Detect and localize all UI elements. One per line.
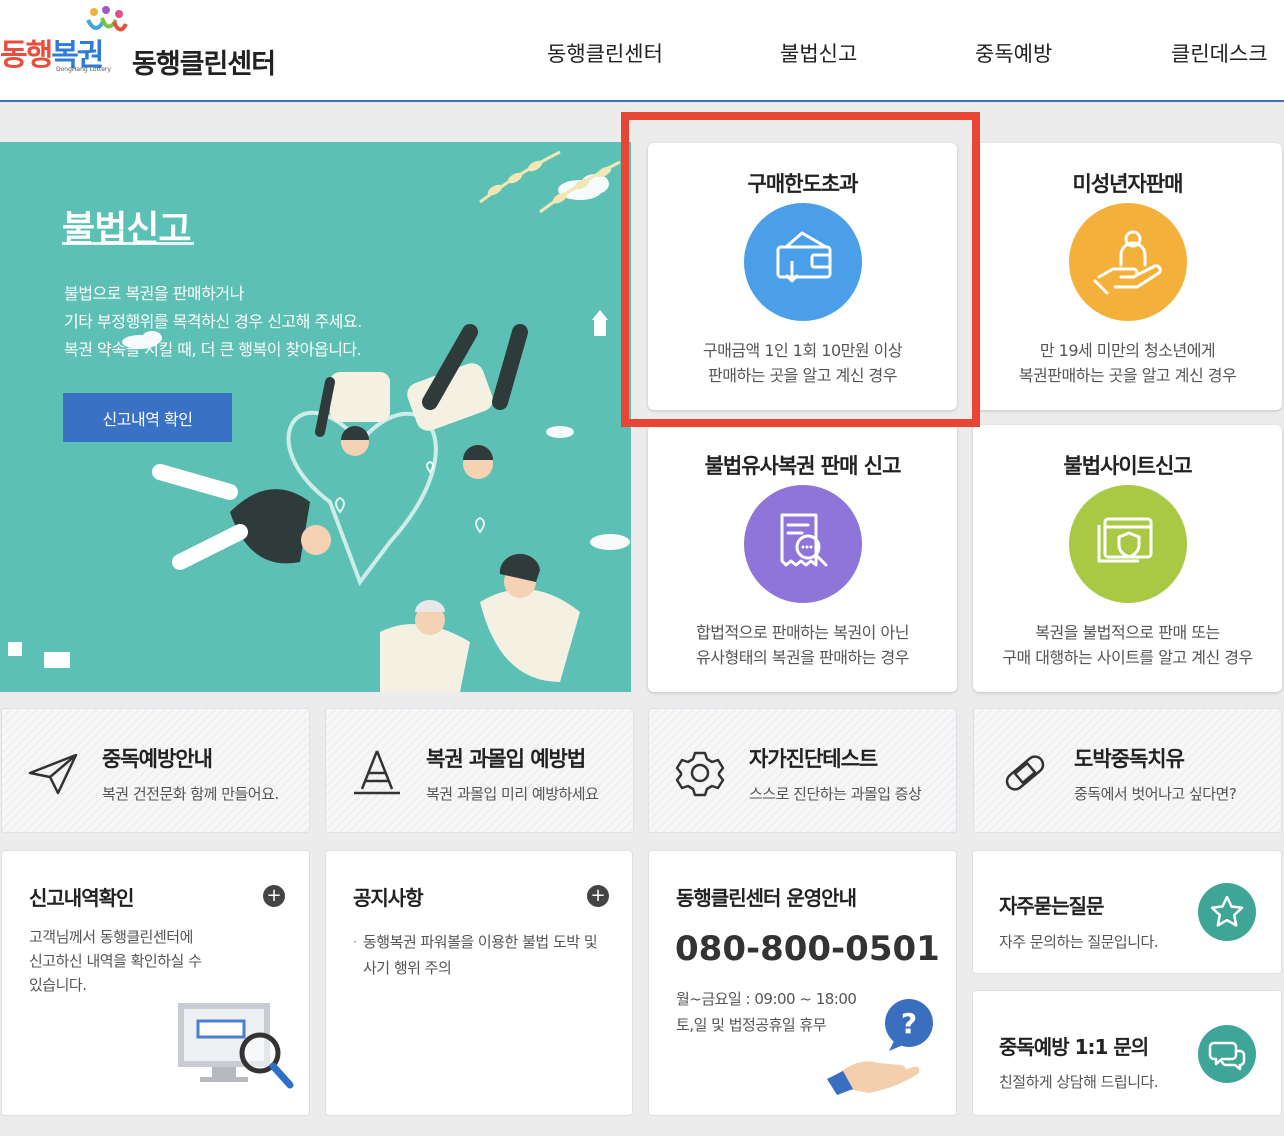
quick-link-subtitle: 중독에서 벗어나고 싶다면? [1074,785,1237,803]
browser-shield-icon [1068,485,1187,603]
report-history-button[interactable]: 신고내역 확인 [63,393,232,442]
hero-desc-line: 기타 부정행위를 목격하신 경우 신고해 주세요. [64,312,362,331]
report-more-button[interactable]: + [263,885,285,907]
bullet-icon: · [353,935,357,949]
svg-text:?: ? [901,1007,917,1040]
hero-banner: 불법신고 불법으로 복권을 판매하거나 기타 부정행위를 목격하신 경우 신고해… [0,142,631,692]
notice-more-button[interactable]: + [587,885,609,907]
site-header: 동행복권 DongHang Lottery 동행클린센터 동행클린센터 불법신고… [0,0,1284,102]
receipt-search-icon [743,485,862,603]
cone-icon [354,750,400,795]
notice-item-text: 동행복권 파워볼을 이용한 불법 도박 및 사기 행위 주의 [363,933,598,977]
hero-desc-line: 불법으로 복권을 판매하거나 [64,284,244,303]
quick-link-overindulgence-prevention[interactable]: 복권 과몰입 예방법 복권 과몰입 미리 예방하세요 [325,708,634,833]
card-title: 불법사이트신고 [1063,454,1192,478]
card-purchase-limit[interactable]: 구매한도초과 구매금액 1인 1회 10만원 이상 판매하는 곳을 알고 계신 … [648,143,957,410]
bandage-icon [1005,755,1045,791]
inquiry-title: 중독예방 1:1 문의 [999,1035,1149,1059]
panel-text-line: 고객님께서 동행클린센터에 [29,928,193,946]
card-title: 불법유사복권 판매 신고 [704,454,902,478]
card-illegal-site[interactable]: 불법사이트신고 복권을 불법적으로 판매 또는 구매 대행하는 사이트를 알고 … [973,425,1282,692]
card-title: 미성년자판매 [1072,172,1184,196]
logo-subtitle: DongHang Lottery [56,66,111,73]
faq-title: 자주묻는질문 [999,894,1104,918]
nav-addiction-prevention[interactable]: 중독예방 [975,38,1052,68]
quick-link-subtitle: 복권 과몰입 미리 예방하세요 [426,785,599,803]
hero-title-underline [62,242,194,245]
card-desc-line: 만 19세 미만의 청소년에게 [1039,341,1216,360]
quick-link-title: 도박중독치유 [1074,747,1185,771]
card-desc-line: 판매하는 곳을 알고 계신 경우 [708,366,897,385]
quick-link-addiction-guide[interactable]: 중독예방안내 복권 건전문화 함께 만들어요. [1,708,310,833]
inquiry-card[interactable]: 중독예방 1:1 문의 친절하게 상담해 드립니다. [972,990,1282,1116]
quick-link-title: 자가진단테스트 [749,747,878,771]
card-description: 복권을 불법적으로 판매 또는 구매 대행하는 사이트를 알고 계신 경우 [973,620,1282,670]
card-description: 만 19세 미만의 청소년에게 복권판매하는 곳을 알고 계신 경우 [973,338,1282,388]
donghang-logo[interactable]: 동행복권 DongHang Lottery [0,4,128,80]
faq-card[interactable]: 자주묻는질문 자주 문의하는 질문입니다. [972,850,1282,974]
site-name[interactable]: 동행클린센터 [132,42,276,81]
notice-item[interactable]: · 동행복권 파워볼을 이용한 불법 도박 및 사기 행위 주의 [353,929,613,981]
phone-number[interactable]: 080-800-0501 [675,929,940,969]
card-desc-line: 복권을 불법적으로 판매 또는 [1035,623,1220,642]
quick-link-title: 복권 과몰입 예방법 [426,747,586,771]
hand-question-icon: ? [827,999,933,1095]
hero-description: 불법으로 복권을 판매하거나 기타 부정행위를 목격하신 경우 신고해 주세요.… [64,280,444,364]
panel-text-line: 있습니다. [29,976,87,994]
panel-description: 고객님께서 동행클린센터에 신고하신 내역을 확인하실 수 있습니다. [29,925,239,997]
card-illegal-similar-lottery[interactable]: 불법유사복권 판매 신고 합법적으로 판매하는 복권이 아닌 유사형태의 복권을… [648,425,957,692]
quick-link-title: 중독예방안내 [102,747,213,771]
nav-clean-desk[interactable]: 클린데스크 [1171,38,1268,68]
star-icon [1198,883,1256,941]
card-minor-sales[interactable]: 미성년자판매 만 19세 미만의 청소년에게 복권판매하는 곳을 알고 계신 경… [973,143,1282,410]
card-desc-line: 합법적으로 판매하는 복권이 아닌 [696,623,909,642]
card-description: 구매금액 1인 1회 10만원 이상 판매하는 곳을 알고 계신 경우 [648,338,957,388]
gear-icon [675,751,725,797]
chat-bubbles-icon [1198,1025,1256,1083]
nav-illegal-report[interactable]: 불법신고 [780,38,857,68]
card-title: 구매한도초과 [747,172,859,196]
card-desc-line: 복권판매하는 곳을 알고 계신 경우 [1018,366,1237,385]
monitor-search-icon [178,1003,294,1089]
hand-person-icon [1068,203,1187,321]
quick-link-gambling-cure[interactable]: 도박중독치유 중독에서 벗어나고 싶다면? [973,708,1282,833]
panel-title: 공지사항 [353,886,424,910]
notice-panel: 공지사항 + · 동행복권 파워볼을 이용한 불법 도박 및 사기 행위 주의 [325,850,633,1116]
faq-subtitle: 자주 문의하는 질문입니다. [999,933,1159,951]
paper-plane-icon [28,753,78,795]
card-desc-line: 구매 대행하는 사이트를 알고 계신 경우 [1002,648,1253,667]
quick-link-subtitle: 복권 건전문화 함께 만들어요. [102,785,279,803]
wallet-down-icon [743,203,862,321]
card-desc-line: 구매금액 1인 1회 10만원 이상 [702,341,903,360]
panel-title: 신고내역확인 [29,886,134,910]
panel-text-line: 신고하신 내역을 확인하실 수 [29,952,202,970]
nav-clean-center[interactable]: 동행클린센터 [547,38,663,68]
card-desc-line: 유사형태의 복권을 판매하는 경우 [696,648,909,667]
report-history-panel: 신고내역확인 + 고객님께서 동행클린센터에 신고하신 내역을 확인하실 수 있… [1,850,310,1116]
panel-title: 동행클린센터 운영안내 [676,886,857,910]
hero-desc-line: 복권 약속을 지킬 때, 더 큰 행복이 찾아옵니다. [64,340,362,359]
quick-link-subtitle: 스스로 진단하는 과몰입 증상 [749,785,922,803]
quick-link-self-test[interactable]: 자가진단테스트 스스로 진단하는 과몰입 증상 [648,708,957,833]
card-description: 합법적으로 판매하는 복권이 아닌 유사형태의 복권을 판매하는 경우 [648,620,957,670]
operation-info-panel: 동행클린센터 운영안내 080-800-0501 월~금요일 : 09:00 ~… [648,850,957,1116]
inquiry-subtitle: 친절하게 상담해 드립니다. [999,1073,1159,1091]
